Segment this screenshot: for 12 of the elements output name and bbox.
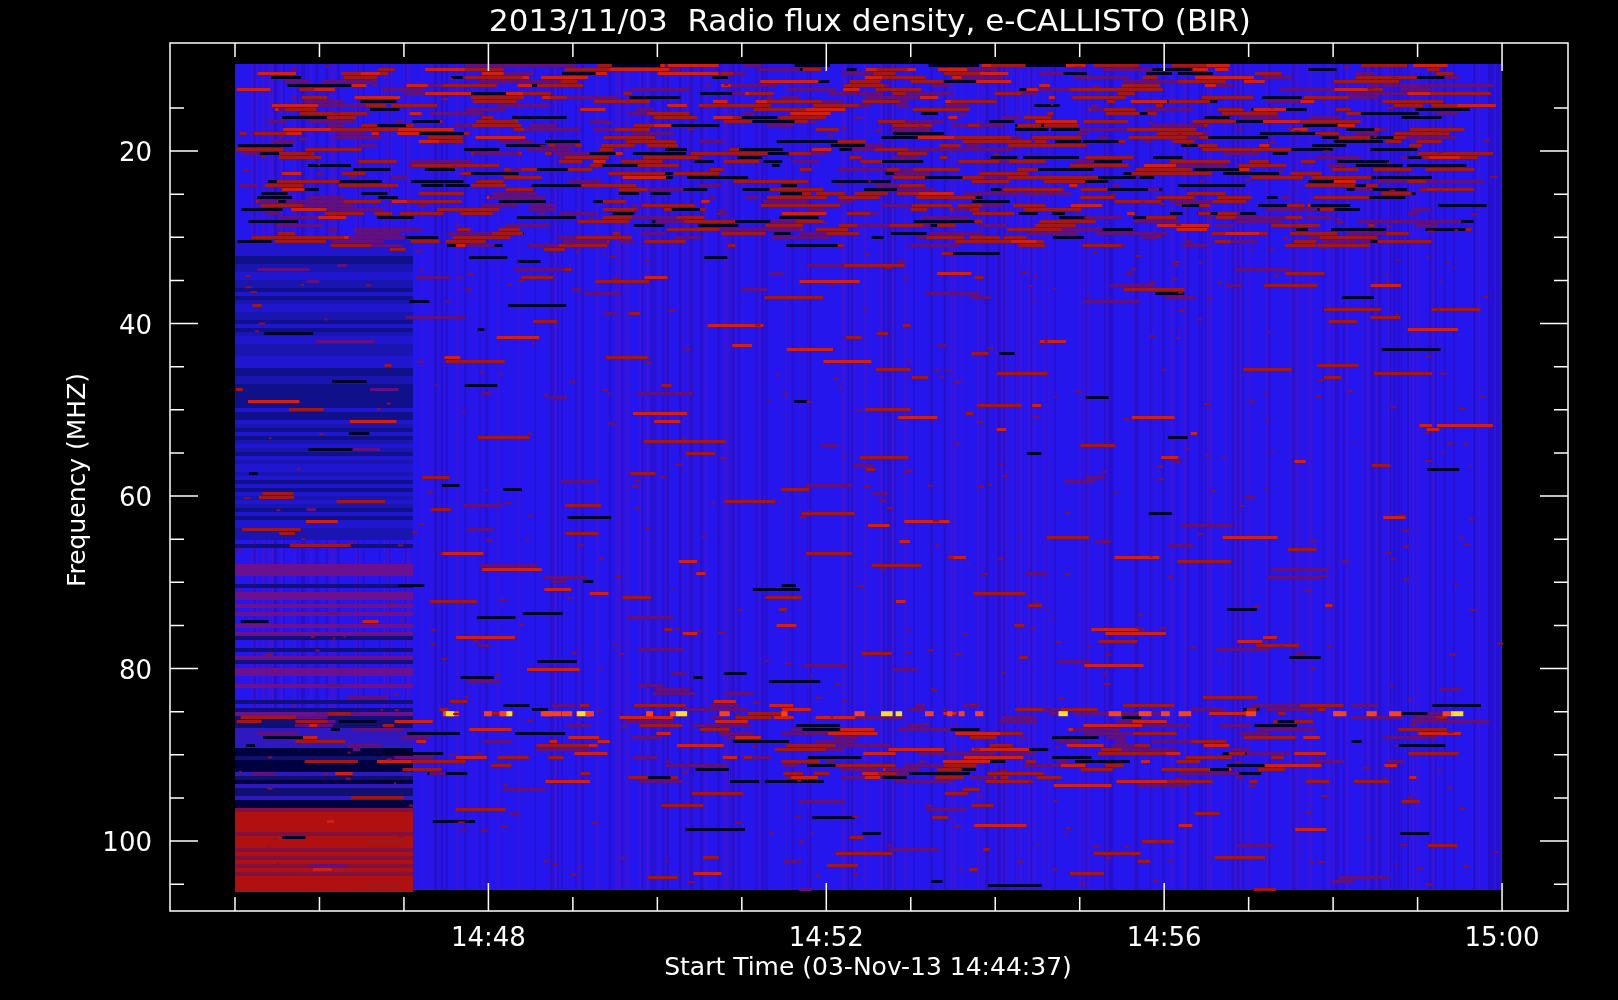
y-tick-label: 40 bbox=[118, 309, 152, 340]
chart-title: 2013/11/03 Radio flux density, e-CALLISTO (BIR) bbox=[489, 2, 1251, 38]
y-tick-label: 20 bbox=[118, 137, 152, 167]
x-tick-label: 14:48 bbox=[450, 922, 526, 952]
y-tick-label: 60 bbox=[118, 482, 152, 512]
x-axis-label: Start Time (03-Nov-13 14:44:37) bbox=[664, 952, 1072, 981]
x-tick-label: 14:56 bbox=[1126, 922, 1202, 952]
y-tick-label: 100 bbox=[102, 827, 152, 857]
x-tick-label: 15:00 bbox=[1464, 922, 1540, 952]
y-axis-label: Frequency (MHZ) bbox=[62, 372, 91, 588]
y-tick-label: 80 bbox=[118, 654, 152, 685]
x-tick-label: 14:52 bbox=[788, 922, 864, 952]
